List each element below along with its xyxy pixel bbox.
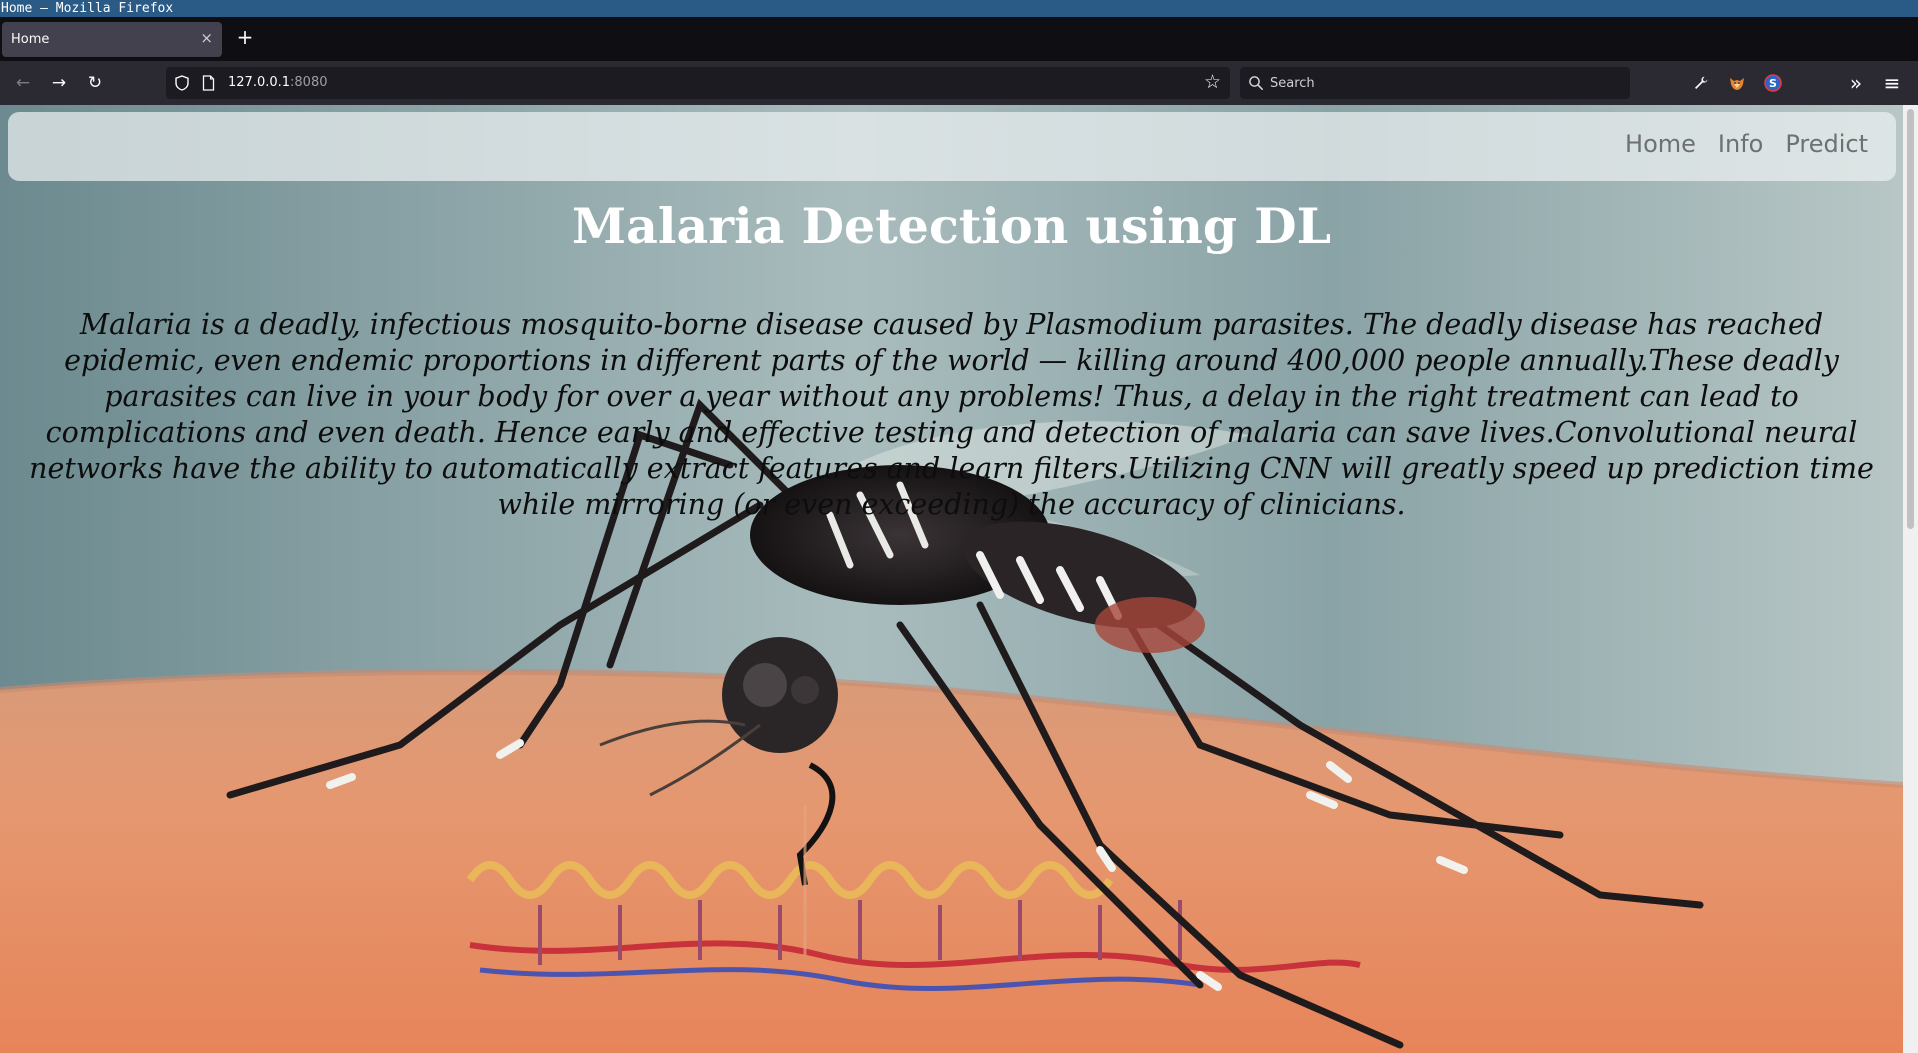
menu-icon[interactable]: ≡ [1881, 72, 1903, 94]
tab-home[interactable]: Home × [2, 22, 222, 57]
reload-button[interactable]: ↻ [83, 71, 107, 95]
search-bar[interactable] [1240, 67, 1630, 99]
site-navbar: Home Info Predict [8, 112, 1896, 181]
fox-extension-icon[interactable] [1726, 72, 1748, 94]
nav-link-predict[interactable]: Predict [1785, 130, 1868, 158]
forward-button[interactable]: → [47, 71, 71, 95]
nav-link-home[interactable]: Home [1625, 130, 1696, 158]
window-title-bar: Home — Mozilla Firefox [0, 0, 1918, 17]
s-extension-icon[interactable]: S [1762, 72, 1784, 94]
page-title: Malaria Detection using DL [571, 197, 1332, 255]
page-scrollbar[interactable] [1903, 105, 1918, 1053]
navigation-toolbar: ← → ↻ 127.0.0.1:8080 ☆ Search S » ≡ [0, 61, 1918, 105]
svg-text:S: S [1769, 77, 1777, 90]
new-tab-button[interactable]: + [234, 26, 256, 48]
shield-icon[interactable] [175, 75, 189, 91]
page-viewport: Home Info Predict Malaria Detection usin… [0, 105, 1918, 1053]
tab-label: Home [11, 32, 50, 47]
tab-strip: Home × + [0, 17, 1918, 61]
hero-description: Malaria is a deadly, infectious mosquito… [29, 308, 1874, 521]
url-host: 127.0.0.1 [228, 75, 291, 90]
window-title: Home — Mozilla Firefox [1, 1, 174, 16]
nav-link-info[interactable]: Info [1718, 130, 1763, 158]
scrollbar-thumb[interactable] [1907, 109, 1914, 529]
url-port: :8080 [290, 75, 328, 90]
url-text[interactable]: 127.0.0.1:8080 [228, 75, 328, 90]
url-bar[interactable]: 127.0.0.1:8080 ☆ [166, 67, 1230, 99]
wrench-icon[interactable] [1690, 72, 1712, 94]
bookmark-star-icon[interactable]: ☆ [1204, 71, 1221, 93]
back-button[interactable]: ← [11, 71, 35, 95]
search-icon [1249, 76, 1263, 90]
close-tab-icon[interactable]: × [200, 29, 213, 47]
site-nav-links: Home Info Predict [1603, 130, 1868, 158]
search-input[interactable] [1268, 67, 1618, 99]
page-icon[interactable] [202, 75, 215, 91]
overflow-chevron-icon[interactable]: » [1845, 72, 1867, 94]
